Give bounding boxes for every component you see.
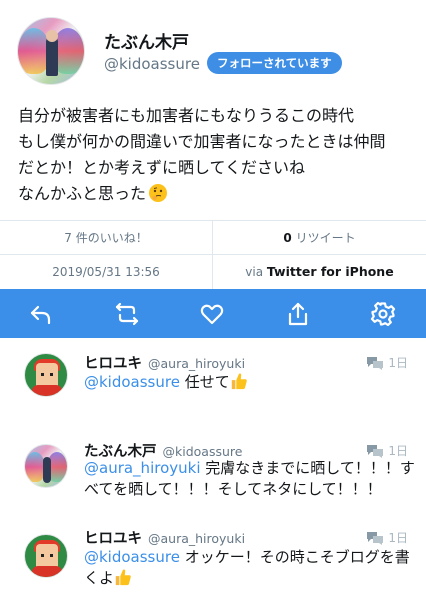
reply-text: @aura_hiroyuki 完膚なきまでに晒して！！！す べてを晒して！！！そ… <box>84 458 415 500</box>
tweet-text: 自分が被害者にも加害者にもなりうるこの時代 もし僕が何かの間違いで加害者になった… <box>18 103 413 207</box>
tweet-line-last: なんかふと思った <box>18 181 413 207</box>
reply-avatar[interactable] <box>24 444 68 488</box>
thinking-face-emoji <box>149 184 168 202</box>
reply-mention[interactable]: @kidoassure <box>84 548 180 566</box>
tweet-stats: 7 件のいいね！ 0 リツイート 2019/05/31 13:56 via Tw… <box>0 220 426 289</box>
reply-body-line: べてを晒して！！！そしてネタにして！！！ <box>84 480 382 498</box>
reply-body-line: オッケー！その時こそブログを書 <box>184 548 410 566</box>
reply-body-line: くよ <box>84 569 115 587</box>
reply-author-handle: @aura_hiroyuki <box>148 531 246 546</box>
action-bar <box>0 289 426 338</box>
reply-avatar[interactable] <box>24 353 68 397</box>
reply-body: 任せて <box>184 373 230 391</box>
via-prefix: via <box>245 265 264 279</box>
reply-time: 1日 <box>388 531 408 545</box>
reply-time: 1日 <box>388 356 408 370</box>
conversation-icon <box>367 531 384 545</box>
retweet-icon <box>115 302 139 325</box>
retweets-count[interactable]: 0 リツイート <box>213 221 426 255</box>
like-icon <box>200 304 224 324</box>
tweet-header: たぶん木戸 @kidoassure フォローされています <box>0 0 426 96</box>
retweets-number: 0 <box>283 231 292 245</box>
reply-meta: 1日 <box>366 442 408 459</box>
retweets-label: リツイート <box>295 231 356 245</box>
reply-author[interactable]: ヒロユキ @aura_hiroyuki <box>84 352 245 373</box>
share-button[interactable] <box>277 289 319 338</box>
reply-meta: 1日 <box>366 529 408 546</box>
reply-button[interactable] <box>20 289 62 338</box>
settings-icon <box>370 301 396 326</box>
thumbs-up-emoji <box>115 569 131 586</box>
author-avatar[interactable] <box>17 17 85 85</box>
reply-time: 1日 <box>388 444 408 458</box>
tweet-line: 自分が被害者にも加害者にもなりうるこの時代 <box>18 106 355 125</box>
reply-text: @kidoassure オッケー！その時こそブログを書 くよ <box>84 547 410 589</box>
follows-you-badge: フォローされています <box>207 52 342 74</box>
tweet-line: だとか！とか考えずに晒してくださいね <box>18 158 306 177</box>
reply-author-name: ヒロユキ <box>84 531 142 547</box>
author-handle[interactable]: @kidoassure <box>104 55 200 73</box>
tweet-line: もし僕が何かの間違いで加害者になったときは仲間 <box>18 132 386 151</box>
like-button[interactable] <box>191 289 233 338</box>
reply-mention[interactable]: @aura_hiroyuki <box>84 459 200 477</box>
reply-text: @kidoassure 任せて <box>84 372 404 393</box>
reply-author-handle: @aura_hiroyuki <box>148 356 246 371</box>
reply-mention[interactable]: @kidoassure <box>84 373 180 391</box>
retweet-button[interactable] <box>106 289 148 338</box>
reply-author-name: ヒロユキ <box>84 356 142 372</box>
conversation-icon <box>367 444 384 458</box>
likes-count[interactable]: 7 件のいいね！ <box>0 221 213 255</box>
via-client[interactable]: Twitter for iPhone <box>267 264 394 279</box>
reply-meta: 1日 <box>366 354 408 371</box>
tweet-line: なんかふと思った <box>18 184 147 203</box>
thumbs-up-emoji <box>231 373 247 390</box>
conversation-icon <box>367 356 384 370</box>
author-display-name[interactable]: たぶん木戸 <box>104 28 189 53</box>
tweet-timestamp: 2019/05/31 13:56 <box>0 255 213 289</box>
reply-avatar[interactable] <box>24 534 68 578</box>
reply-icon <box>30 305 51 324</box>
reply-body-line: 完膚なきまでに晒して！！！す <box>205 459 415 477</box>
tweet-source: via Twitter for iPhone <box>213 255 426 289</box>
share-icon <box>288 302 308 325</box>
reply-author[interactable]: ヒロユキ @aura_hiroyuki <box>84 527 245 548</box>
settings-button[interactable] <box>362 289 404 338</box>
reply-author-handle: @kidoassure <box>162 444 243 459</box>
